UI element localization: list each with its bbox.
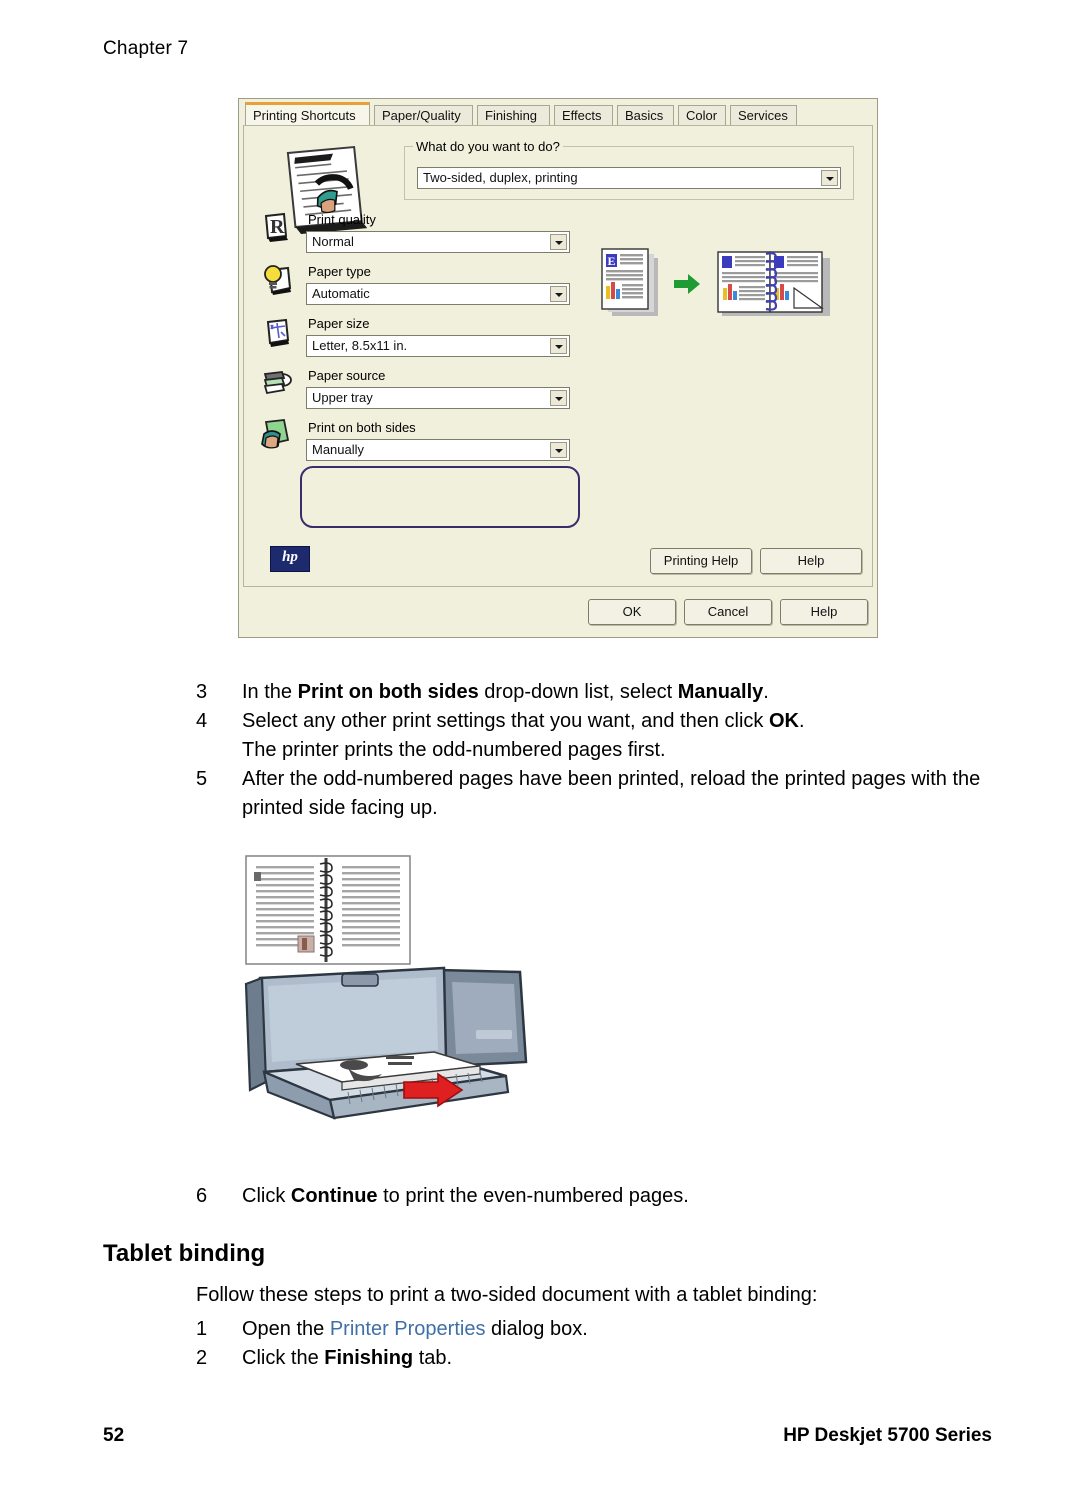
tab-finishing[interactable]: Finishing — [477, 105, 550, 125]
print-on-both-sides-value: Manually — [312, 442, 365, 457]
tab-label: Services — [738, 108, 788, 123]
tablet-step-number: 1 — [196, 1318, 208, 1340]
chapter-label: Chapter 7 — [103, 38, 189, 59]
what-combo-value: Two-sided, duplex, printing — [423, 170, 578, 185]
step-text: Select any other print settings that you… — [242, 710, 805, 732]
page-number: 52 — [103, 1425, 125, 1446]
svg-text:R: R — [270, 216, 285, 238]
printing-help-button-label: Printing Help — [663, 553, 739, 568]
svg-text:E: E — [608, 254, 616, 268]
product-name-footer: HP Deskjet 5700 Series — [783, 1425, 992, 1446]
chevron-down-icon[interactable] — [821, 170, 838, 186]
chevron-down-icon[interactable] — [550, 234, 567, 250]
lightbulb-icon — [260, 262, 294, 296]
step-number: 5 — [196, 768, 208, 790]
tab-printing-shortcuts[interactable]: Printing Shortcuts — [245, 102, 370, 125]
ok-button-label: OK — [622, 604, 642, 619]
print-quality-label: Print quality — [308, 212, 376, 227]
print-on-both-sides-label: Print on both sides — [308, 420, 416, 435]
dialog-help-button[interactable]: Help — [780, 599, 868, 625]
step-item: 6 Click Continue to print the even-number… — [196, 1182, 1006, 1211]
both-sides-icon — [260, 418, 294, 452]
print-on-both-sides-highlight — [300, 466, 580, 528]
panel-help-button[interactable]: Help — [760, 548, 862, 574]
step-text: After the odd-numbered pages have been p… — [242, 768, 981, 819]
tab-color[interactable]: Color — [678, 105, 726, 125]
dialog-footer: OK Cancel Help — [239, 589, 877, 637]
step-item: 5 After the odd-numbered pages have been … — [196, 765, 1006, 823]
tablet-step-item: 1 Open the Printer Properties dialog box. — [196, 1315, 1006, 1344]
chevron-down-icon[interactable] — [550, 286, 567, 302]
hp-logo-text: hp — [282, 549, 298, 565]
cancel-button[interactable]: Cancel — [684, 599, 772, 625]
printing-help-button[interactable]: Printing Help — [650, 548, 752, 574]
tab-label: Paper/Quality — [382, 108, 461, 123]
tab-label: Finishing — [485, 108, 538, 123]
step-text: Click Continue to print the even-numbere… — [242, 1185, 689, 1207]
print-quality-value: Normal — [312, 234, 354, 249]
paper-size-combo[interactable]: Letter, 8.5x11 in. — [306, 335, 570, 357]
printer-reload-illustration — [238, 852, 538, 1152]
cancel-button-label: Cancel — [707, 604, 749, 619]
printer-properties-link[interactable]: Printer Properties — [330, 1318, 486, 1340]
ok-button[interactable]: OK — [588, 599, 676, 625]
tab-services[interactable]: Services — [730, 105, 797, 125]
tab-basics[interactable]: Basics — [617, 105, 674, 125]
tab-label: Effects — [562, 108, 602, 123]
print-on-both-sides-combo[interactable]: Manually — [306, 439, 570, 461]
paper-stack-icon — [260, 366, 294, 400]
tablet-binding-heading: Tablet binding — [103, 1240, 266, 1267]
print-quality-combo[interactable]: Normal — [306, 231, 570, 253]
step-text: In the Print on both sides drop-down lis… — [242, 681, 769, 703]
duplex-preview: E — [596, 244, 838, 330]
step-6: 6 Click Continue to print the even-number… — [196, 1182, 1006, 1211]
step-number: 3 — [196, 681, 208, 703]
chevron-down-icon[interactable] — [550, 442, 567, 458]
paper-type-combo[interactable]: Automatic — [306, 283, 570, 305]
tablet-step-number: 2 — [196, 1347, 208, 1369]
what-do-you-want-to-do-combo[interactable]: Two-sided, duplex, printing — [417, 167, 841, 189]
what-do-you-want-to-do-group: What do you want to do? Two-sided, duple… — [404, 139, 854, 200]
steps-3-to-5: 3 In the Print on both sides drop-down li… — [196, 678, 1006, 823]
step-item: 3 In the Print on both sides drop-down li… — [196, 678, 1006, 707]
dialog-help-button-label: Help — [810, 604, 838, 619]
printer-properties-dialog: Printing Shortcuts Paper/Quality Finishing… — [238, 98, 878, 638]
tab-label: Color — [686, 108, 718, 123]
paper-type-label: Paper type — [308, 264, 371, 279]
tab-label: Printing Shortcuts — [253, 108, 356, 123]
print-quality-icon: R — [260, 210, 294, 244]
tablet-step-text: Open the Printer Properties dialog box. — [242, 1318, 588, 1340]
printing-shortcuts-panel: What do you want to do? Two-sided, duple… — [243, 125, 873, 587]
step-subtext: The printer prints the odd-numbered page… — [242, 739, 666, 761]
paper-type-value: Automatic — [312, 286, 370, 301]
tab-effects[interactable]: Effects — [554, 105, 613, 125]
tablet-step-item: 2 Click the Finishing tab. — [196, 1344, 1006, 1373]
chevron-down-icon[interactable] — [550, 390, 567, 406]
dialog-tabstrip: Printing Shortcuts Paper/Quality Finishing… — [241, 102, 875, 125]
tablet-step-text: Click the Finishing tab. — [242, 1347, 453, 1369]
paper-size-label: Paper size — [308, 316, 370, 331]
paper-source-combo[interactable]: Upper tray — [306, 387, 570, 409]
paper-source-value: Upper tray — [312, 390, 373, 405]
tablet-binding-intro-text: Follow these steps to print a two-sided … — [196, 1284, 818, 1306]
tablet-binding-intro: Follow these steps to print a two-sided … — [196, 1281, 1006, 1310]
chevron-down-icon[interactable] — [550, 338, 567, 354]
ruler-icon — [260, 314, 294, 348]
what-group-title: What do you want to do? — [413, 139, 563, 154]
tab-paper-quality[interactable]: Paper/Quality — [374, 105, 473, 125]
tablet-binding-steps: 1 Open the Printer Properties dialog box.… — [196, 1315, 1006, 1373]
step-number: 6 — [196, 1185, 208, 1207]
paper-source-label: Paper source — [308, 368, 386, 383]
tab-label: Basics — [625, 108, 664, 123]
panel-help-button-label: Help — [797, 553, 825, 568]
hp-logo: hp — [270, 546, 310, 572]
step-item: 4 Select any other print settings that yo… — [196, 707, 1006, 765]
paper-size-value: Letter, 8.5x11 in. — [312, 338, 408, 353]
step-number: 4 — [196, 710, 208, 732]
